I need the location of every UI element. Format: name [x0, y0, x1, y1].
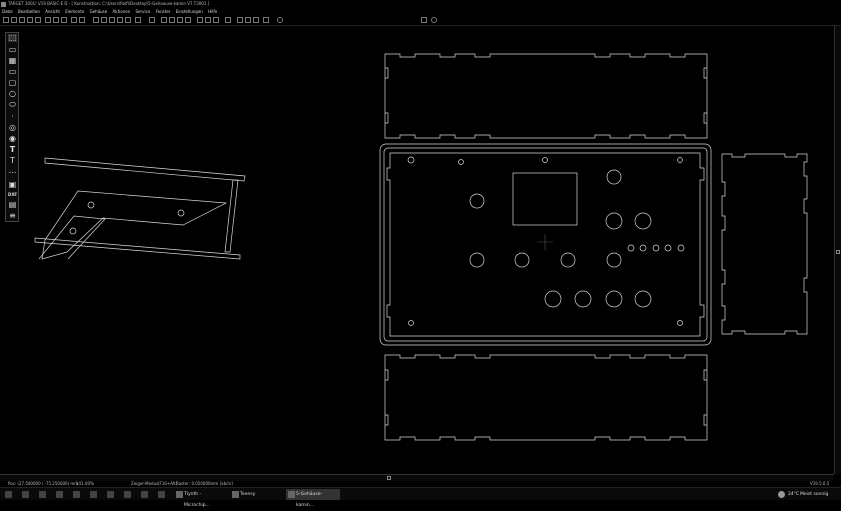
- taskbar-app-target[interactable]: 5-Gehäuse-kamin...: [286, 489, 340, 508]
- open-icon[interactable]: [11, 17, 17, 23]
- grid2-icon[interactable]: [245, 17, 251, 23]
- vertical-scrollbar[interactable]: [834, 26, 841, 474]
- circle-tool-icon[interactable]: ○: [8, 90, 17, 98]
- polygon-tool-icon[interactable]: ▭: [8, 46, 17, 54]
- zoom-window-icon[interactable]: [117, 17, 123, 23]
- dxf-import-icon[interactable]: DXF: [8, 191, 17, 199]
- taskview-icon[interactable]: [39, 491, 46, 498]
- weather-text: Meist sonnig: [800, 492, 829, 497]
- drawing: [34, 53, 808, 441]
- redraw-icon[interactable]: [135, 17, 141, 23]
- text-outline-tool-icon[interactable]: T: [8, 157, 17, 165]
- filled-ring-tool-icon[interactable]: ◉: [8, 135, 17, 143]
- menu-aktionen[interactable]: Aktionen: [113, 9, 131, 14]
- rounded-rect-tool-icon[interactable]: ▢: [8, 79, 17, 87]
- app3-icon[interactable]: [158, 491, 165, 498]
- taskbar-app-label: 5-Gehäuse-kamin...: [296, 492, 323, 508]
- paste-icon[interactable]: [53, 17, 59, 23]
- text-tool-icon[interactable]: T: [8, 146, 17, 154]
- browser-icon[interactable]: [56, 491, 63, 498]
- window-titlebar: TARGET 3001! V19 BASIC-E D - [ Konstrukt…: [0, 0, 841, 8]
- taskbar-app-tlynth[interactable]: Tlynth - Microchip...: [174, 489, 228, 508]
- list-tool-icon[interactable]: ≡: [8, 212, 17, 220]
- tool-palette: ⬚ ▭ ▦ ▭ ▢ ○ ⬭ · ◎ ◉ T T ⋯ ▣ DXF ▤ ≡: [5, 32, 19, 222]
- top-panel-drawing: [384, 53, 708, 139]
- copy-icon[interactable]: [45, 17, 51, 23]
- grid3-icon[interactable]: [253, 17, 259, 23]
- taskbar-app-label: Teensy: [240, 492, 256, 497]
- measure-icon[interactable]: [185, 17, 191, 23]
- help-icon[interactable]: [431, 17, 437, 23]
- delete-icon[interactable]: [61, 17, 67, 23]
- vertical-scroll-thumb[interactable]: [836, 250, 840, 254]
- print-icon[interactable]: [27, 17, 33, 23]
- front-panel-drawing: [379, 143, 712, 346]
- weather-temp: 24°C: [788, 492, 800, 497]
- menu-bearbeiten[interactable]: Bearbeiten: [18, 9, 40, 14]
- side-panel-drawing: [34, 157, 246, 260]
- store-icon[interactable]: [90, 491, 97, 498]
- layers-icon[interactable]: [169, 17, 175, 23]
- select-icon[interactable]: [149, 17, 155, 23]
- horizontal-scroll-thumb[interactable]: [387, 476, 391, 480]
- menu-einstellungen[interactable]: Einstellungen: [176, 9, 203, 14]
- menu-bar: Datei Bearbeiten Ansicht Elemente Gehäus…: [0, 8, 841, 15]
- menu-hilfe[interactable]: Hilfe: [208, 9, 217, 14]
- save-icon[interactable]: [19, 17, 25, 23]
- ring-tool-icon[interactable]: ◎: [8, 124, 17, 132]
- cut-icon[interactable]: [35, 17, 41, 23]
- point-tool-icon[interactable]: ·: [8, 113, 17, 121]
- search-taskbar-icon[interactable]: [22, 491, 29, 498]
- redo-icon[interactable]: [79, 17, 85, 23]
- pointer-icon[interactable]: ⬚: [8, 34, 17, 42]
- image-tool-icon[interactable]: ▣: [8, 181, 17, 189]
- taskbar-app-label: Tlynth - Microchip...: [184, 492, 210, 508]
- grid-icon[interactable]: [161, 17, 167, 23]
- zoom-out-icon[interactable]: [101, 17, 107, 23]
- rectangle-tool-icon[interactable]: ▭: [8, 68, 17, 76]
- weather-icon: [778, 491, 785, 498]
- taskbar: Tlynth - Microchip... Teensy 5-Gehäuse-k…: [0, 487, 841, 508]
- layer-visibility-icon[interactable]: [277, 17, 283, 23]
- taskbar-app-teensy[interactable]: Teensy: [230, 489, 284, 500]
- snap-icon[interactable]: [177, 17, 183, 23]
- window-title: TARGET 3001! V19 BASIC-E D - [ Konstrukt…: [8, 1, 210, 6]
- drawing-canvas[interactable]: [0, 26, 834, 474]
- hatch-tool-icon[interactable]: ▦: [8, 57, 17, 65]
- app2-icon[interactable]: [141, 491, 148, 498]
- search-icon[interactable]: [125, 17, 131, 23]
- app1-icon[interactable]: [124, 491, 131, 498]
- menu-ansicht[interactable]: Ansicht: [45, 9, 60, 14]
- pen-icon[interactable]: [197, 17, 203, 23]
- monitor-icon[interactable]: [225, 17, 231, 23]
- menu-service[interactable]: Service: [136, 9, 151, 14]
- main-toolbar: 1: schneiden▾ Fragen: 0.03.33 / 0.5 MB: [0, 15, 841, 39]
- zoom-fit-icon[interactable]: [109, 17, 115, 23]
- undo-icon[interactable]: [71, 17, 77, 23]
- ellipse-tool-icon[interactable]: ⬭: [8, 101, 17, 109]
- menu-datei[interactable]: Datei: [2, 9, 13, 14]
- start-icon[interactable]: [5, 491, 12, 498]
- properties-icon[interactable]: [263, 17, 269, 23]
- horizontal-scrollbar[interactable]: [0, 474, 834, 481]
- menu-fenster[interactable]: Fenster: [156, 9, 171, 14]
- table-tool-icon[interactable]: ▤: [8, 201, 17, 209]
- zoom-in-icon[interactable]: [93, 17, 99, 23]
- app-teensy-icon: [232, 491, 239, 498]
- mail-icon[interactable]: [107, 491, 114, 498]
- explorer-icon[interactable]: [73, 491, 80, 498]
- eraser-icon[interactable]: [205, 17, 211, 23]
- new-icon[interactable]: [3, 17, 9, 23]
- app-target-icon: [288, 491, 295, 498]
- settings-icon[interactable]: [421, 17, 427, 23]
- menu-gehaeuse[interactable]: Gehäuse: [90, 9, 108, 14]
- app-icon: [1, 1, 6, 7]
- dimension-tool-icon[interactable]: ⋯: [8, 169, 17, 177]
- menu-elemente[interactable]: Elemente: [65, 9, 84, 14]
- bottom-panel-drawing: [384, 354, 708, 441]
- app-tlynth-icon: [176, 491, 183, 498]
- tool-icon[interactable]: [213, 17, 219, 23]
- right-panel-drawing: [721, 153, 808, 335]
- table-icon[interactable]: [237, 17, 243, 23]
